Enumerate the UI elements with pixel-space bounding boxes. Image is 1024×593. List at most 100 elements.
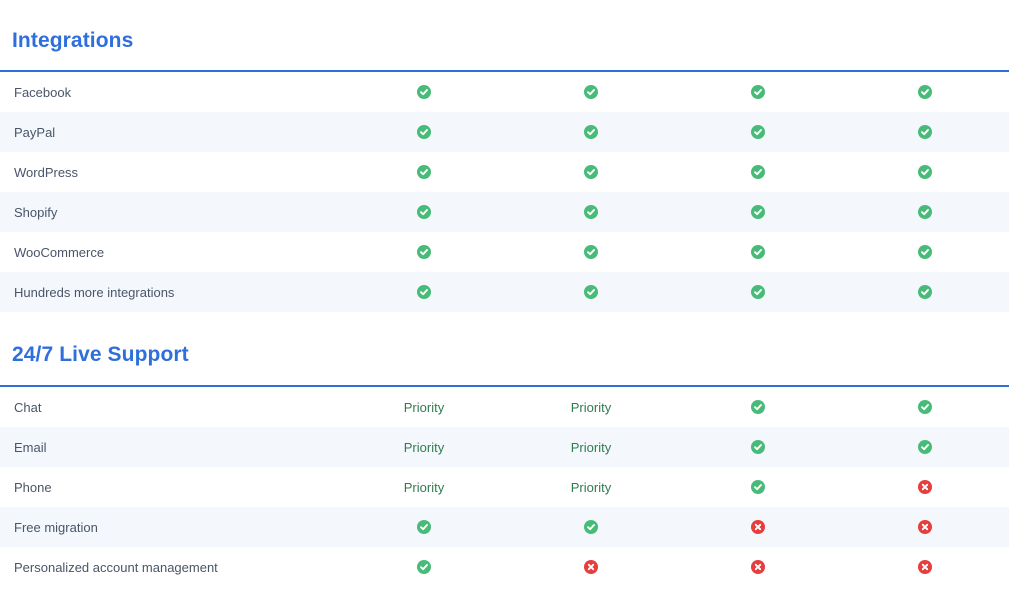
- table-row: Phone Priority Priority: [0, 467, 1009, 507]
- check-circle-icon: [918, 165, 932, 179]
- value-cell: Priority: [364, 427, 484, 467]
- table-row: Facebook: [0, 72, 1009, 112]
- feature-label: Free migration: [14, 519, 98, 535]
- included-cell: [865, 192, 985, 232]
- check-circle-icon: [918, 440, 932, 454]
- value-cell: Priority: [364, 467, 484, 507]
- table-row: Email Priority Priority: [0, 427, 1009, 467]
- check-circle-icon: [584, 205, 598, 219]
- check-circle-icon: [417, 245, 431, 259]
- check-circle-icon: [751, 125, 765, 139]
- check-circle-icon: [417, 520, 431, 534]
- feature-label: PayPal: [14, 124, 56, 140]
- table-row: Hundreds more integrations: [0, 272, 1009, 312]
- included-cell: [364, 152, 484, 192]
- feature-label: WooCommerce: [14, 244, 105, 260]
- included-cell: [698, 467, 818, 507]
- included-cell: [698, 192, 818, 232]
- check-circle-icon: [584, 245, 598, 259]
- section-title: Integrations: [12, 29, 134, 52]
- priority-label: Priority: [403, 479, 445, 495]
- check-circle-icon: [918, 400, 932, 414]
- included-cell: [531, 192, 651, 232]
- x-circle-icon: [751, 560, 765, 574]
- excluded-cell: [531, 547, 651, 587]
- feature-label: Shopify: [14, 204, 58, 220]
- feature-label: Facebook: [14, 84, 72, 100]
- included-cell: [364, 232, 484, 272]
- included-cell: [865, 272, 985, 312]
- check-circle-icon: [918, 285, 932, 299]
- included-cell: [364, 507, 484, 547]
- excluded-cell: [865, 547, 985, 587]
- included-cell: [698, 272, 818, 312]
- check-circle-icon: [918, 85, 932, 99]
- x-circle-icon: [918, 560, 932, 574]
- check-circle-icon: [584, 125, 598, 139]
- x-circle-icon: [751, 520, 765, 534]
- check-circle-icon: [918, 245, 932, 259]
- included-cell: [531, 72, 651, 112]
- included-cell: [698, 427, 818, 467]
- excluded-cell: [865, 507, 985, 547]
- included-cell: [698, 232, 818, 272]
- included-cell: [698, 387, 818, 427]
- value-cell: Priority: [531, 467, 651, 507]
- feature-label: Phone: [14, 479, 52, 495]
- table-row: Personalized account management: [0, 547, 1009, 587]
- priority-label: Priority: [570, 439, 612, 455]
- included-cell: [865, 232, 985, 272]
- priority-label: Priority: [403, 399, 445, 415]
- included-cell: [531, 272, 651, 312]
- feature-label: Chat: [14, 399, 42, 415]
- table-row: WordPress: [0, 152, 1009, 192]
- table-row: WooCommerce: [0, 232, 1009, 272]
- check-circle-icon: [417, 165, 431, 179]
- included-cell: [531, 112, 651, 152]
- check-circle-icon: [751, 285, 765, 299]
- feature-rows: Facebook PayPal WordPress Shopify WooCom…: [0, 72, 1009, 312]
- included-cell: [364, 192, 484, 232]
- included-cell: [698, 72, 818, 112]
- value-cell: Priority: [364, 387, 484, 427]
- feature-label: Hundreds more integrations: [14, 284, 175, 300]
- table-row: PayPal: [0, 112, 1009, 152]
- priority-label: Priority: [570, 399, 612, 415]
- included-cell: [698, 152, 818, 192]
- included-cell: [865, 427, 985, 467]
- priority-label: Priority: [570, 479, 612, 495]
- check-circle-icon: [918, 205, 932, 219]
- table-row: Chat Priority Priority: [0, 387, 1009, 427]
- included-cell: [364, 72, 484, 112]
- check-circle-icon: [584, 285, 598, 299]
- check-circle-icon: [417, 560, 431, 574]
- value-cell: Priority: [531, 387, 651, 427]
- check-circle-icon: [417, 125, 431, 139]
- x-circle-icon: [584, 560, 598, 574]
- included-cell: [531, 152, 651, 192]
- included-cell: [865, 112, 985, 152]
- check-circle-icon: [751, 245, 765, 259]
- excluded-cell: [698, 547, 818, 587]
- feature-label: Email: [14, 439, 47, 455]
- check-circle-icon: [584, 520, 598, 534]
- included-cell: [865, 72, 985, 112]
- section-title: 24/7 Live Support: [12, 343, 189, 366]
- included-cell: [865, 152, 985, 192]
- priority-label: Priority: [403, 439, 445, 455]
- included-cell: [364, 547, 484, 587]
- included-cell: [531, 232, 651, 272]
- included-cell: [698, 112, 818, 152]
- check-circle-icon: [584, 85, 598, 99]
- feature-label: WordPress: [14, 164, 79, 180]
- excluded-cell: [698, 507, 818, 547]
- table-row: Shopify: [0, 192, 1009, 232]
- check-circle-icon: [751, 400, 765, 414]
- check-circle-icon: [918, 125, 932, 139]
- check-circle-icon: [751, 165, 765, 179]
- feature-rows: Chat Priority Priority Email Priority Pr…: [0, 387, 1009, 587]
- check-circle-icon: [417, 285, 431, 299]
- feature-label: Personalized account management: [14, 559, 218, 575]
- table-row: Free migration: [0, 507, 1009, 547]
- excluded-cell: [865, 467, 985, 507]
